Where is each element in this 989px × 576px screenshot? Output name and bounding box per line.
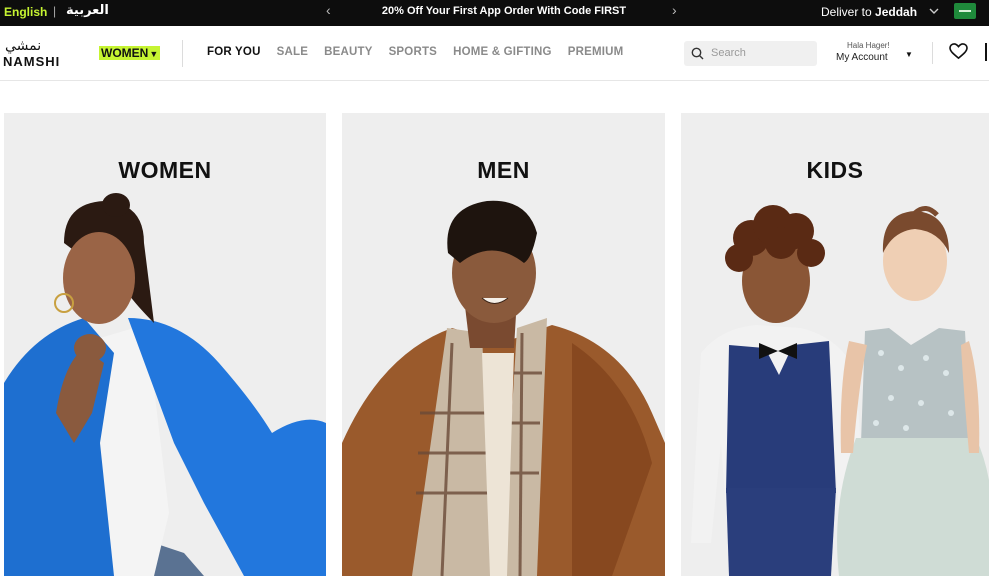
divider (182, 40, 183, 67)
chevron-right-icon[interactable]: › (672, 2, 677, 18)
category-card-kids[interactable]: KIDS (681, 113, 989, 576)
category-title-men: MEN (477, 157, 530, 183)
account-menu[interactable]: Hala Hager! My Account (836, 41, 890, 63)
nav-link-beauty[interactable]: BEAUTY (324, 46, 372, 58)
gender-label: WOMEN (101, 46, 149, 60)
search-icon (691, 47, 704, 60)
gender-selector[interactable]: WOMEN▼ (99, 46, 161, 60)
logo-arabic: نمشي (5, 38, 42, 54)
chevron-down-icon[interactable] (929, 6, 939, 16)
divider (932, 42, 933, 64)
nav-link-sale[interactable]: SALE (277, 46, 308, 58)
category-title-kids: KIDS (806, 157, 864, 183)
main-navigation: نمشي NAMSHI WOMEN▼ FOR YOU SALE BEAUTY S… (0, 26, 989, 81)
category-card-women[interactable]: WOMEN (4, 113, 326, 576)
deliver-city: Jeddah (875, 5, 918, 19)
promo-message[interactable]: 20% Off Your First App Order With Code F… (340, 5, 668, 17)
search-placeholder: Search (711, 47, 746, 59)
language-separator: | (53, 4, 57, 18)
search-input[interactable]: Search (684, 41, 817, 66)
language-english[interactable]: English (4, 5, 47, 19)
language-arabic[interactable]: العربية (66, 3, 109, 18)
chevron-down-icon: ▼ (149, 49, 159, 59)
deliver-to[interactable]: Deliver to Jeddah (821, 5, 917, 19)
promo-bar: English | العربية ‹ 20% Off Your First A… (0, 0, 989, 26)
nav-link-sports[interactable]: SPORTS (389, 46, 438, 58)
account-greeting: Hala Hager! (847, 41, 890, 50)
nav-link-premium[interactable]: PREMIUM (568, 46, 624, 58)
caret-down-icon[interactable]: ▼ (905, 50, 913, 59)
deliver-prefix: Deliver to (821, 5, 872, 19)
brand-logo[interactable]: نمشي NAMSHI (3, 38, 67, 70)
account-label: My Account (836, 52, 888, 63)
nav-link-for-you[interactable]: FOR YOU (207, 46, 261, 58)
nav-links: FOR YOU SALE BEAUTY SPORTS HOME & GIFTIN… (207, 46, 639, 58)
logo-english: NAMSHI (3, 54, 61, 69)
category-card-men[interactable]: MEN (342, 113, 665, 576)
heart-icon[interactable] (949, 43, 968, 60)
bag-icon[interactable] (985, 43, 989, 61)
nav-link-home-gifting[interactable]: HOME & GIFTING (453, 46, 552, 58)
flag-icon[interactable] (954, 3, 976, 19)
chevron-left-icon[interactable]: ‹ (326, 2, 331, 18)
category-title-women: WOMEN (118, 157, 212, 183)
